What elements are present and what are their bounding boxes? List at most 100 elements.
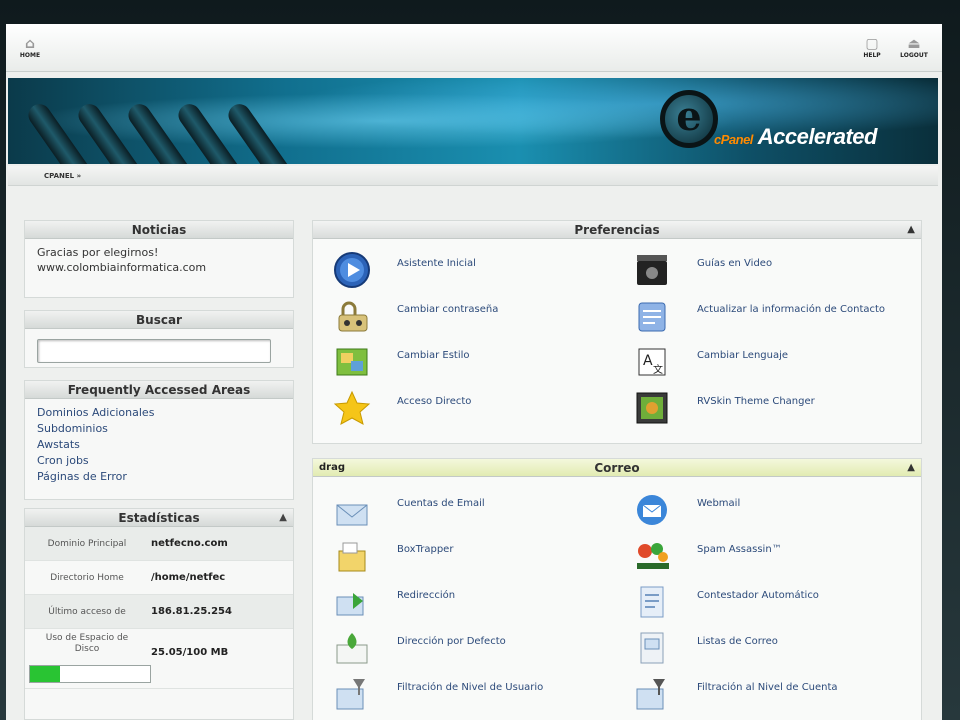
news-line: Gracias por elegirnos! bbox=[37, 246, 159, 259]
news-box: Noticias Gracias por elegirnos! www.colo… bbox=[24, 220, 294, 298]
frequent-link[interactable]: Cron jobs bbox=[37, 453, 281, 469]
boxtrapper-icon bbox=[338, 542, 366, 572]
correo-item-label: Contestador Automático bbox=[697, 590, 819, 601]
mailing-list-icon bbox=[640, 632, 664, 664]
news-line: www.colombiainformatica.com bbox=[37, 261, 207, 274]
preferencias-item-label: Guías en Video bbox=[697, 258, 773, 269]
style-icon bbox=[336, 348, 368, 376]
frequent-link[interactable]: Subdominios bbox=[37, 421, 281, 437]
correo-item-label: Filtración al Nivel de Cuenta bbox=[697, 682, 838, 693]
correo-item-label: Filtración de Nivel de Usuario bbox=[397, 682, 544, 693]
banner-stripe bbox=[224, 99, 294, 164]
cpanel-page: ⌂ HOME ▢ HELP ⏏ LOGOUT e cPanel Accelera… bbox=[6, 24, 942, 720]
logout-label: LOGOUT bbox=[900, 52, 928, 59]
correo-item[interactable]: Contestador Automático bbox=[633, 583, 913, 623]
correo-item[interactable]: Filtración de Nivel de Usuario bbox=[333, 675, 613, 715]
preferencias-item-label: Acceso Directo bbox=[397, 396, 472, 407]
correo-item[interactable]: Dirección por Defecto bbox=[333, 629, 613, 669]
search-body bbox=[25, 329, 293, 369]
correo-item[interactable]: Redirección bbox=[333, 583, 613, 623]
theme-icon bbox=[636, 392, 668, 424]
preferencias-item-label: Asistente Inicial bbox=[397, 258, 476, 269]
preferencias-item[interactable]: Actualizar la información de Contacto bbox=[633, 297, 913, 337]
logo-brand: cPanel bbox=[714, 132, 753, 147]
preferences-title-text: Preferencias bbox=[574, 223, 660, 237]
correo-item[interactable]: Filtración al Nivel de Cuenta bbox=[633, 675, 913, 715]
stat-row: Directorio Home /home/netfec bbox=[25, 561, 293, 595]
disk-usage-fill bbox=[30, 666, 60, 682]
news-title: Noticias bbox=[25, 221, 293, 239]
preferencias-item[interactable]: RVSkin Theme Changer bbox=[633, 389, 913, 429]
stat-row: Último acceso de 186.81.25.254 bbox=[25, 595, 293, 629]
home-link[interactable]: ⌂ HOME bbox=[12, 36, 48, 59]
correo-item-label: Spam Assassin™ bbox=[697, 544, 782, 555]
top-bar: ⌂ HOME ▢ HELP ⏏ LOGOUT bbox=[6, 24, 942, 72]
video-frame: ⌂ HOME ▢ HELP ⏏ LOGOUT e cPanel Accelera… bbox=[0, 0, 960, 720]
correo-item-label: Webmail bbox=[697, 498, 741, 509]
breadcrumb-cpanel[interactable]: CPANEL » bbox=[44, 172, 81, 180]
logout-link[interactable]: ⏏ LOGOUT bbox=[896, 36, 932, 59]
preferencias-item[interactable]: Guías en Video bbox=[633, 251, 913, 291]
preferences-panel: Preferencias ▲ Asistente Inicial Guías en… bbox=[312, 220, 922, 444]
frequent-link[interactable]: Awstats bbox=[37, 437, 281, 453]
correo-item[interactable]: Webmail bbox=[633, 491, 913, 531]
star-icon bbox=[333, 390, 371, 425]
home-label: HOME bbox=[19, 52, 41, 59]
search-title: Buscar bbox=[25, 311, 293, 329]
cpanel-logo-icon: e bbox=[660, 90, 718, 148]
stat-value: 186.81.25.254 bbox=[151, 606, 232, 617]
preferencias-item[interactable]: Acceso Directo bbox=[333, 389, 613, 429]
logo-accelerated: Accelerated bbox=[757, 124, 878, 149]
breadcrumb: CPANEL » bbox=[8, 166, 938, 186]
stat-value: /home/netfec bbox=[151, 572, 226, 583]
correo-item[interactable]: BoxTrapper bbox=[333, 537, 613, 577]
preferences-title: Preferencias ▲ bbox=[313, 221, 921, 239]
help-link[interactable]: ▢ HELP bbox=[854, 36, 890, 59]
user-filter-icon bbox=[336, 679, 365, 710]
email-panel: drag Correo ▲ Cuentas de Email Webmail Box… bbox=[312, 458, 922, 720]
collapse-icon[interactable]: ▲ bbox=[907, 459, 915, 477]
preferencias-item-label: Cambiar contraseña bbox=[397, 304, 499, 315]
drag-handle[interactable]: drag bbox=[319, 459, 345, 477]
stat-value: netfecno.com bbox=[151, 538, 228, 549]
email-accounts-icon bbox=[336, 504, 368, 526]
stats-title-text: Estadísticas bbox=[118, 511, 200, 525]
preferencias-item-label: Cambiar Lenguaje bbox=[697, 350, 789, 361]
correo-item-label: BoxTrapper bbox=[397, 544, 454, 555]
correo-item-label: Listas de Correo bbox=[697, 636, 778, 647]
collapse-icon[interactable]: ▲ bbox=[907, 221, 915, 239]
stat-key: Directorio Home bbox=[50, 573, 124, 583]
stat-row: Dominio Principal netfecno.com bbox=[25, 527, 293, 561]
preferencias-item-label: Actualizar la información de Contacto bbox=[697, 304, 886, 315]
correo-item[interactable]: Cuentas de Email bbox=[333, 491, 613, 531]
frequent-link[interactable]: Páginas de Error bbox=[37, 469, 281, 485]
stat-key: Dominio Principal bbox=[47, 539, 127, 549]
stats-box: Estadísticas ▲ Dominio Principal netfecn… bbox=[24, 508, 294, 720]
preferencias-item[interactable]: A 文 Cambiar Lenguaje bbox=[633, 343, 913, 383]
preferencias-item[interactable]: Cambiar contraseña bbox=[333, 297, 613, 337]
frequent-link[interactable]: Dominios Adicionales bbox=[37, 405, 281, 421]
news-body: Gracias por elegirnos! www.colombiainfor… bbox=[25, 239, 293, 281]
correo-item-label: Redirección bbox=[397, 590, 456, 601]
search-input[interactable] bbox=[37, 339, 271, 363]
preferencias-item[interactable]: Asistente Inicial bbox=[333, 251, 613, 291]
autoresponder-icon bbox=[640, 586, 664, 618]
correo-item[interactable]: Listas de Correo bbox=[633, 629, 913, 669]
stats-title: Estadísticas ▲ bbox=[25, 509, 293, 527]
video-icon bbox=[637, 255, 667, 285]
correo-item[interactable]: Spam Assassin™ bbox=[633, 537, 913, 577]
account-filter-icon bbox=[636, 679, 665, 710]
preferencias-item-label: RVSkin Theme Changer bbox=[697, 396, 815, 407]
cpanel-logo-text: cPanel Accelerated bbox=[714, 124, 877, 150]
forwarder-icon bbox=[336, 593, 364, 616]
preferencias-item[interactable]: Cambiar Estilo bbox=[333, 343, 613, 383]
stat-value: 25.05/100 MB bbox=[151, 647, 229, 658]
stat-key: Uso de Espacio de Disco bbox=[45, 633, 129, 654]
search-box: Buscar bbox=[24, 310, 294, 368]
header-banner: e cPanel Accelerated bbox=[8, 78, 938, 164]
webmail-icon bbox=[637, 495, 667, 525]
help-label: HELP bbox=[863, 52, 881, 59]
frequent-areas-list: Dominios Adicionales Subdominios Awstats… bbox=[25, 399, 293, 491]
collapse-icon[interactable]: ▲ bbox=[279, 509, 287, 527]
home-icon: ⌂ bbox=[24, 36, 36, 52]
